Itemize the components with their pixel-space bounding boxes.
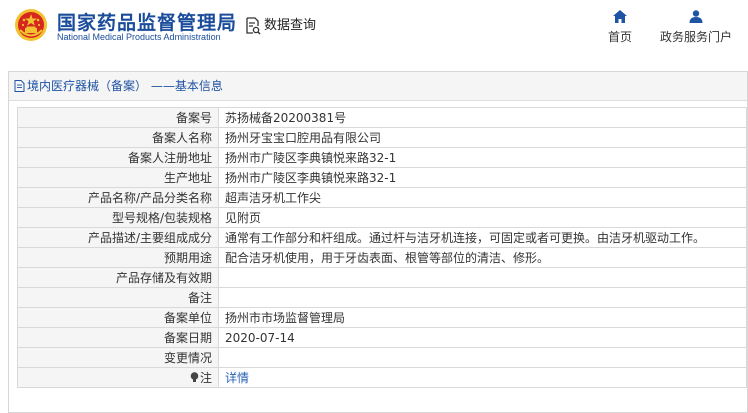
table-row: 型号规格/包装规格 见附页 — [17, 207, 747, 228]
field-value: 配合洁牙机使用，用于牙齿表面、根管等部位的清洁、修形。 — [218, 247, 747, 268]
nav-portal-link[interactable]: 政务服务门户 — [656, 10, 736, 45]
user-icon — [689, 10, 703, 23]
panel-title: 境内医疗器械（备案） ——基本信息 — [9, 72, 747, 101]
table-row: 产品存储及有效期 — [17, 267, 747, 288]
table-row: 备案人名称 扬州牙宝宝口腔用品有限公司 — [17, 127, 747, 148]
table-row: 产品描述/主要组成成分 通常有工作部分和杆组成。通过杆与洁牙机连接，可固定或者可… — [17, 227, 747, 248]
home-icon — [613, 10, 627, 23]
lightbulb-icon — [190, 372, 199, 382]
field-label: 备案单位 — [17, 307, 219, 328]
field-value: 扬州市市场监督管理局 — [218, 307, 747, 328]
field-label: 产品名称/产品分类名称 — [17, 187, 219, 208]
nav-home-label: 首页 — [607, 30, 632, 44]
document-icon — [14, 80, 25, 92]
table-row: 生产地址 扬州市广陵区李典镇悦来路32-1 — [17, 167, 747, 188]
field-value: 见附页 — [218, 207, 747, 228]
field-value: 苏扬械备20200381号 — [218, 107, 747, 128]
field-label: 注 — [199, 371, 212, 385]
nav-portal-label: 政务服务门户 — [659, 30, 732, 44]
table-row: 备案人注册地址 扬州市广陵区李典镇悦来路32-1 — [17, 147, 747, 168]
data-query-title: 数据查询 — [245, 14, 316, 35]
document-search-icon — [246, 16, 261, 35]
field-value: 扬州市广陵区李典镇悦来路32-1 — [218, 147, 747, 168]
site-header: 国家药品监督管理局 National Medical Products Admi… — [0, 0, 748, 57]
table-row: 备案号 苏扬械备20200381号 — [17, 107, 747, 128]
field-label: 备案号 — [17, 107, 219, 128]
table-row: 预期用途 配合洁牙机使用，用于牙齿表面、根管等部位的清洁、修形。 — [17, 247, 747, 268]
brand-name-en: National Medical Products Administration — [57, 32, 221, 42]
field-value — [218, 267, 747, 288]
field-label: 变更情况 — [17, 347, 219, 368]
field-label: 产品描述/主要组成成分 — [17, 227, 219, 248]
brand-name-cn: 国家药品监督管理局 — [57, 12, 238, 34]
note-label-cell: 注 — [17, 367, 219, 388]
field-value: 扬州牙宝宝口腔用品有限公司 — [218, 127, 747, 148]
field-value: 2020-07-14 — [218, 327, 747, 348]
national-emblem-icon — [15, 9, 47, 41]
field-label: 备注 — [17, 287, 219, 308]
field-value — [218, 287, 747, 308]
nav-home-link[interactable]: 首页 — [602, 10, 638, 45]
panel-title-text: 境内医疗器械（备案） ——基本信息 — [27, 79, 223, 93]
field-label: 产品存储及有效期 — [17, 267, 219, 288]
table-row: 备案单位 扬州市市场监督管理局 — [17, 307, 747, 328]
table-row: 产品名称/产品分类名称 超声洁牙机工作尖 — [17, 187, 747, 208]
field-value: 超声洁牙机工作尖 — [218, 187, 747, 208]
field-value: 通常有工作部分和杆组成。通过杆与洁牙机连接，可固定或者可更换。由洁牙机驱动工作。 — [218, 227, 747, 248]
field-label: 预期用途 — [17, 247, 219, 268]
field-value: 详情 — [218, 367, 747, 388]
table-row: 备案日期 2020-07-14 — [17, 327, 747, 348]
field-value: 扬州市广陵区李典镇悦来路32-1 — [218, 167, 747, 188]
basic-info-panel: 境内医疗器械（备案） ——基本信息 备案号 苏扬械备20200381号 备案人名… — [8, 71, 748, 413]
field-label: 生产地址 — [17, 167, 219, 188]
field-label: 备案人注册地址 — [17, 147, 219, 168]
field-label: 型号规格/包装规格 — [17, 207, 219, 228]
data-query-label: 数据查询 — [264, 18, 317, 33]
table-row: 变更情况 — [17, 347, 747, 368]
details-link[interactable]: 详情 — [225, 371, 249, 385]
table-row: 注 详情 — [17, 367, 747, 388]
field-value — [218, 347, 747, 368]
info-table: 备案号 苏扬械备20200381号 备案人名称 扬州牙宝宝口腔用品有限公司 备案… — [17, 107, 747, 388]
table-row: 备注 — [17, 287, 747, 308]
field-label: 备案日期 — [17, 327, 219, 348]
field-label: 备案人名称 — [17, 127, 219, 148]
